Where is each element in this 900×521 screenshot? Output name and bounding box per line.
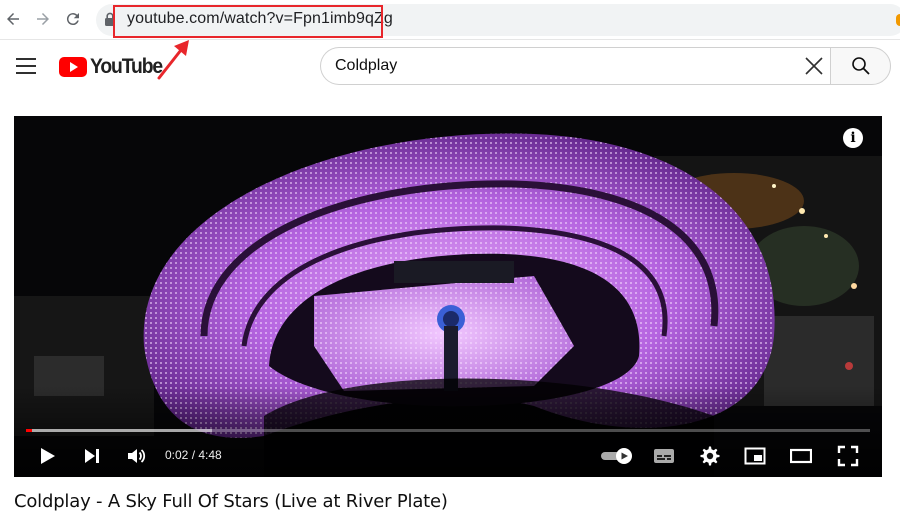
volume-button[interactable] bbox=[124, 444, 148, 468]
video-title: Coldplay - A Sky Full Of Stars (Live at … bbox=[14, 491, 448, 512]
youtube-logo-text: YouTube bbox=[90, 55, 163, 78]
fullscreen-button[interactable] bbox=[836, 444, 860, 468]
search-input-value[interactable]: Coldplay bbox=[335, 57, 397, 75]
back-icon[interactable] bbox=[2, 8, 24, 30]
autoplay-toggle-icon bbox=[601, 448, 632, 464]
url-highlight-box bbox=[113, 5, 383, 38]
played-bar bbox=[26, 429, 32, 432]
youtube-play-logo-icon bbox=[59, 57, 87, 77]
next-icon bbox=[85, 449, 99, 463]
autoplay-toggle[interactable] bbox=[600, 444, 634, 468]
profile-indicator-icon[interactable] bbox=[896, 14, 900, 26]
settings-button[interactable] bbox=[698, 444, 722, 468]
reload-icon[interactable] bbox=[62, 8, 84, 30]
youtube-logo[interactable]: YouTube bbox=[59, 55, 168, 79]
search-icon bbox=[851, 57, 870, 75]
play-icon bbox=[41, 448, 55, 464]
video-player[interactable]: i 0:02 / 4:48 bbox=[14, 116, 882, 477]
hamburger-menu-icon[interactable] bbox=[16, 58, 36, 74]
subtitles-icon bbox=[654, 449, 674, 463]
theater-mode-button[interactable] bbox=[789, 444, 813, 468]
clear-search-icon[interactable] bbox=[804, 56, 824, 76]
buffered-bar bbox=[26, 429, 212, 432]
progress-bar[interactable] bbox=[26, 429, 870, 432]
fullscreen-icon bbox=[837, 445, 859, 467]
theater-mode-icon bbox=[790, 448, 812, 464]
next-button[interactable] bbox=[80, 444, 104, 468]
browser-toolbar: youtube.com/watch?v=Fpn1imb9qZg bbox=[0, 0, 900, 40]
miniplayer-button[interactable] bbox=[743, 444, 767, 468]
volume-icon bbox=[128, 449, 146, 463]
forward-icon[interactable] bbox=[32, 8, 54, 30]
info-icon[interactable]: i bbox=[843, 128, 863, 148]
search-button[interactable] bbox=[830, 47, 891, 85]
video-frame-stadium bbox=[14, 116, 882, 477]
time-display: 0:02 / 4:48 bbox=[165, 448, 222, 462]
settings-icon bbox=[700, 446, 720, 466]
subtitles-button[interactable] bbox=[652, 444, 676, 468]
miniplayer-icon bbox=[744, 447, 766, 465]
play-button[interactable] bbox=[35, 444, 59, 468]
